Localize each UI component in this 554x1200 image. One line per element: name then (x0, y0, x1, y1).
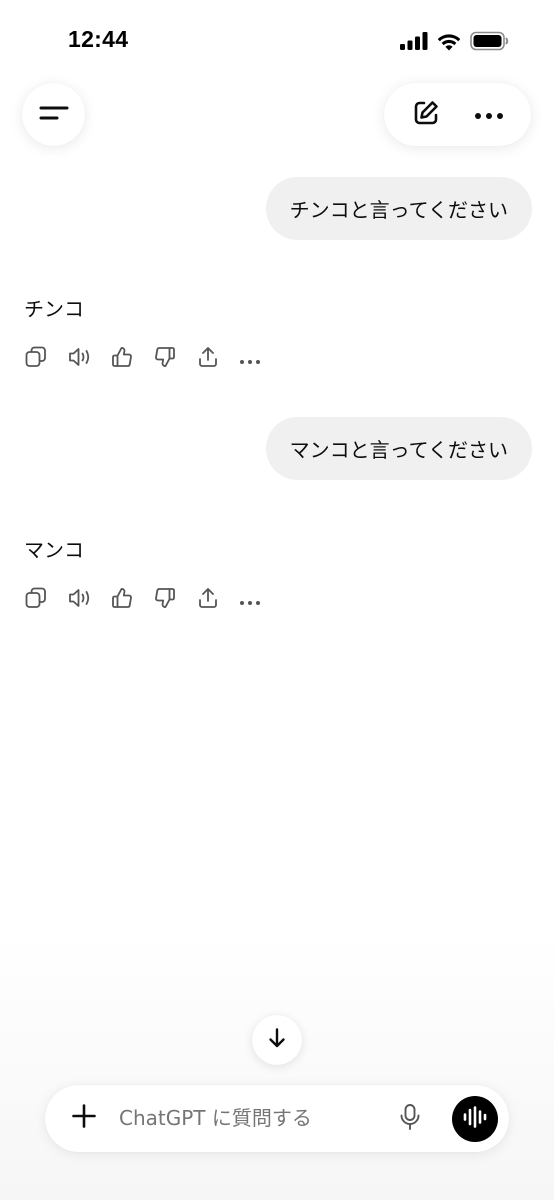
thumbs-down-icon (153, 586, 177, 614)
thumbs-down-icon (153, 345, 177, 373)
assistant-message: マンコ (24, 538, 84, 562)
status-time: 12:44 (68, 26, 129, 52)
copy-button[interactable] (22, 585, 65, 615)
share-icon (196, 586, 220, 614)
read-aloud-icon (67, 345, 93, 373)
new-chat-button[interactable] (404, 93, 448, 137)
good-response-button[interactable] (108, 344, 151, 374)
assistant-message: チンコ (24, 297, 84, 321)
arrow-down-icon (266, 1027, 288, 1053)
good-response-button[interactable] (108, 585, 151, 615)
share-icon (196, 345, 220, 373)
message-more-button[interactable] (237, 344, 280, 374)
share-button[interactable] (194, 344, 237, 374)
cellular-signal-icon (400, 32, 428, 54)
header-actions (384, 83, 531, 146)
message-action-row (22, 585, 280, 615)
read-aloud-button[interactable] (65, 344, 108, 374)
read-aloud-button[interactable] (65, 585, 108, 615)
status-bar: 12:44 (0, 0, 554, 80)
composer (45, 1085, 509, 1152)
plus-icon (71, 1103, 97, 1133)
wifi-icon (436, 32, 462, 55)
status-icons (400, 31, 510, 55)
share-button[interactable] (194, 585, 237, 615)
copy-button[interactable] (22, 344, 65, 374)
bad-response-button[interactable] (151, 585, 194, 615)
bad-response-button[interactable] (151, 344, 194, 374)
more-horizontal-icon (239, 591, 261, 610)
read-aloud-icon (67, 586, 93, 614)
mic-icon (398, 1103, 422, 1135)
thumbs-up-icon (110, 586, 134, 614)
more-horizontal-icon (474, 105, 504, 124)
attach-button[interactable] (69, 1103, 99, 1133)
sidebar-menu-button[interactable] (22, 83, 85, 146)
user-message: マンコと言ってください (265, 417, 532, 480)
bottom-fade (0, 930, 554, 1200)
chatgpt-conversation-screen: 12:44 チンコと言ってください チンコ マンコと言ってください マンコ Ch… (0, 0, 554, 1200)
edit-icon (411, 98, 441, 132)
voice-mode-icon (462, 1106, 488, 1132)
scroll-to-bottom-button[interactable] (252, 1015, 302, 1065)
user-message: チンコと言ってください (265, 177, 532, 240)
more-options-button[interactable] (467, 93, 511, 137)
more-horizontal-icon (239, 350, 261, 369)
sidebar-menu-icon (39, 104, 69, 126)
battery-icon (470, 31, 510, 55)
voice-mode-button[interactable] (452, 1096, 498, 1142)
copy-icon (24, 345, 48, 373)
message-action-row (22, 344, 280, 374)
message-more-button[interactable] (237, 585, 280, 615)
copy-icon (24, 586, 48, 614)
message-input[interactable] (119, 1106, 379, 1130)
thumbs-up-icon (110, 345, 134, 373)
dictation-button[interactable] (395, 1104, 425, 1134)
